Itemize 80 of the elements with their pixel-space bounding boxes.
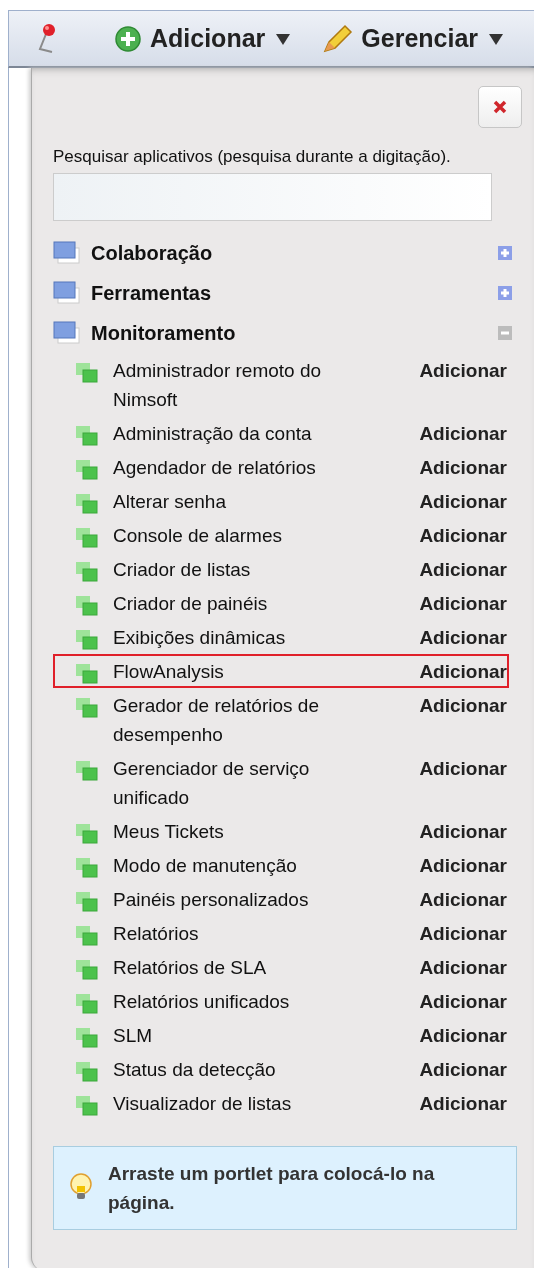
app-name: Relatórios unificados — [113, 989, 291, 1014]
app-name: Relatórios de SLA — [113, 955, 268, 980]
pencil-icon — [321, 23, 354, 54]
expand-button[interactable] — [498, 246, 512, 260]
category-title[interactable]: Colaboração — [91, 241, 498, 265]
caret-icon — [488, 31, 505, 46]
add-link[interactable]: Adicionar — [419, 355, 507, 385]
app-name: Visualizador de listas — [113, 1091, 293, 1116]
app-name: Status da detecção — [113, 1057, 277, 1082]
app-icon — [75, 560, 99, 583]
add-link[interactable]: Adicionar — [419, 850, 507, 880]
search-field[interactable] — [53, 173, 492, 221]
app-name: FlowAnalysis — [113, 659, 225, 684]
add-link[interactable]: Adicionar — [419, 918, 507, 948]
window-icon — [53, 241, 81, 265]
add-link[interactable]: Adicionar — [419, 588, 507, 618]
app-icon — [75, 458, 99, 481]
app-icon — [75, 958, 99, 981]
add-menu-button[interactable]: Adicionar — [114, 24, 292, 53]
expand-button[interactable] — [498, 286, 512, 300]
caret-icon — [275, 31, 292, 46]
add-link[interactable]: Adicionar — [419, 690, 507, 720]
app-name: SLM — [113, 1023, 154, 1048]
app-name: Meus Tickets — [113, 819, 225, 844]
app-icon — [75, 822, 99, 845]
app-name: Gerenciador de serviço unificado — [113, 756, 311, 810]
add-link[interactable]: Adicionar — [419, 1054, 507, 1084]
app-icon — [75, 1026, 99, 1049]
search-label: Pesquisar aplicativos (pesquisa durante a digitação). — [53, 146, 452, 168]
category-title[interactable]: Ferramentas — [91, 281, 498, 305]
app-icon — [75, 890, 99, 913]
add-link[interactable]: Adicionar — [419, 486, 507, 516]
add-link[interactable]: Adicionar — [419, 884, 507, 914]
app-name: Relatórios — [113, 921, 200, 946]
window-icon — [53, 281, 81, 305]
app-name: Alterar senha — [113, 489, 227, 514]
add-link[interactable]: Adicionar — [419, 816, 507, 846]
app-icon — [75, 696, 99, 719]
add-link[interactable]: Adicionar — [419, 753, 507, 783]
app-icon — [75, 1060, 99, 1083]
manage-menu-button[interactable]: Gerenciar — [321, 23, 505, 54]
app-icon — [75, 924, 99, 947]
add-link[interactable]: Adicionar — [419, 622, 507, 652]
close-icon — [493, 100, 507, 114]
close-button[interactable] — [478, 86, 522, 128]
add-link[interactable]: Adicionar — [419, 656, 507, 686]
app-icon — [75, 424, 99, 447]
add-link[interactable]: Adicionar — [419, 986, 507, 1016]
app-icon — [75, 361, 99, 384]
app-name: Agendador de relatórios — [113, 455, 317, 480]
add-link[interactable]: Adicionar — [419, 520, 507, 550]
app-name: Criador de painéis — [113, 591, 269, 616]
add-link[interactable]: Adicionar — [419, 554, 507, 584]
app-icon — [75, 662, 99, 685]
add-link[interactable]: Adicionar — [419, 418, 507, 448]
app-icon — [75, 594, 99, 617]
app-name: Administração da conta — [113, 421, 313, 446]
collapse-button[interactable] — [498, 326, 512, 340]
app-icon — [75, 856, 99, 879]
app-name: Criador de listas — [113, 557, 252, 582]
add-link[interactable]: Adicionar — [419, 1020, 507, 1050]
plus-icon — [114, 24, 142, 53]
app-icon — [75, 628, 99, 651]
tip-text: Arraste um portlet para colocá-lo na página. — [108, 1162, 436, 1215]
app-name: Administrador remoto do Nimsoft — [113, 358, 323, 412]
category-title[interactable]: Monitoramento — [91, 321, 498, 345]
app-name: Exibições dinâmicas — [113, 625, 287, 650]
app-name: Modo de manutenção — [113, 853, 298, 878]
app-icon — [75, 492, 99, 515]
app-icon — [75, 526, 99, 549]
add-link[interactable]: Adicionar — [419, 1088, 507, 1118]
app-icon — [75, 992, 99, 1015]
app-icon — [75, 759, 99, 782]
window-icon — [53, 321, 81, 345]
app-icon — [75, 1094, 99, 1117]
add-link[interactable]: Adicionar — [419, 952, 507, 982]
app-name: Console de alarmes — [113, 523, 283, 548]
add-link[interactable]: Adicionar — [419, 452, 507, 482]
app-name: Gerador de relatórios de desempenho — [113, 693, 320, 747]
app-name: Painéis personalizados — [113, 887, 310, 912]
